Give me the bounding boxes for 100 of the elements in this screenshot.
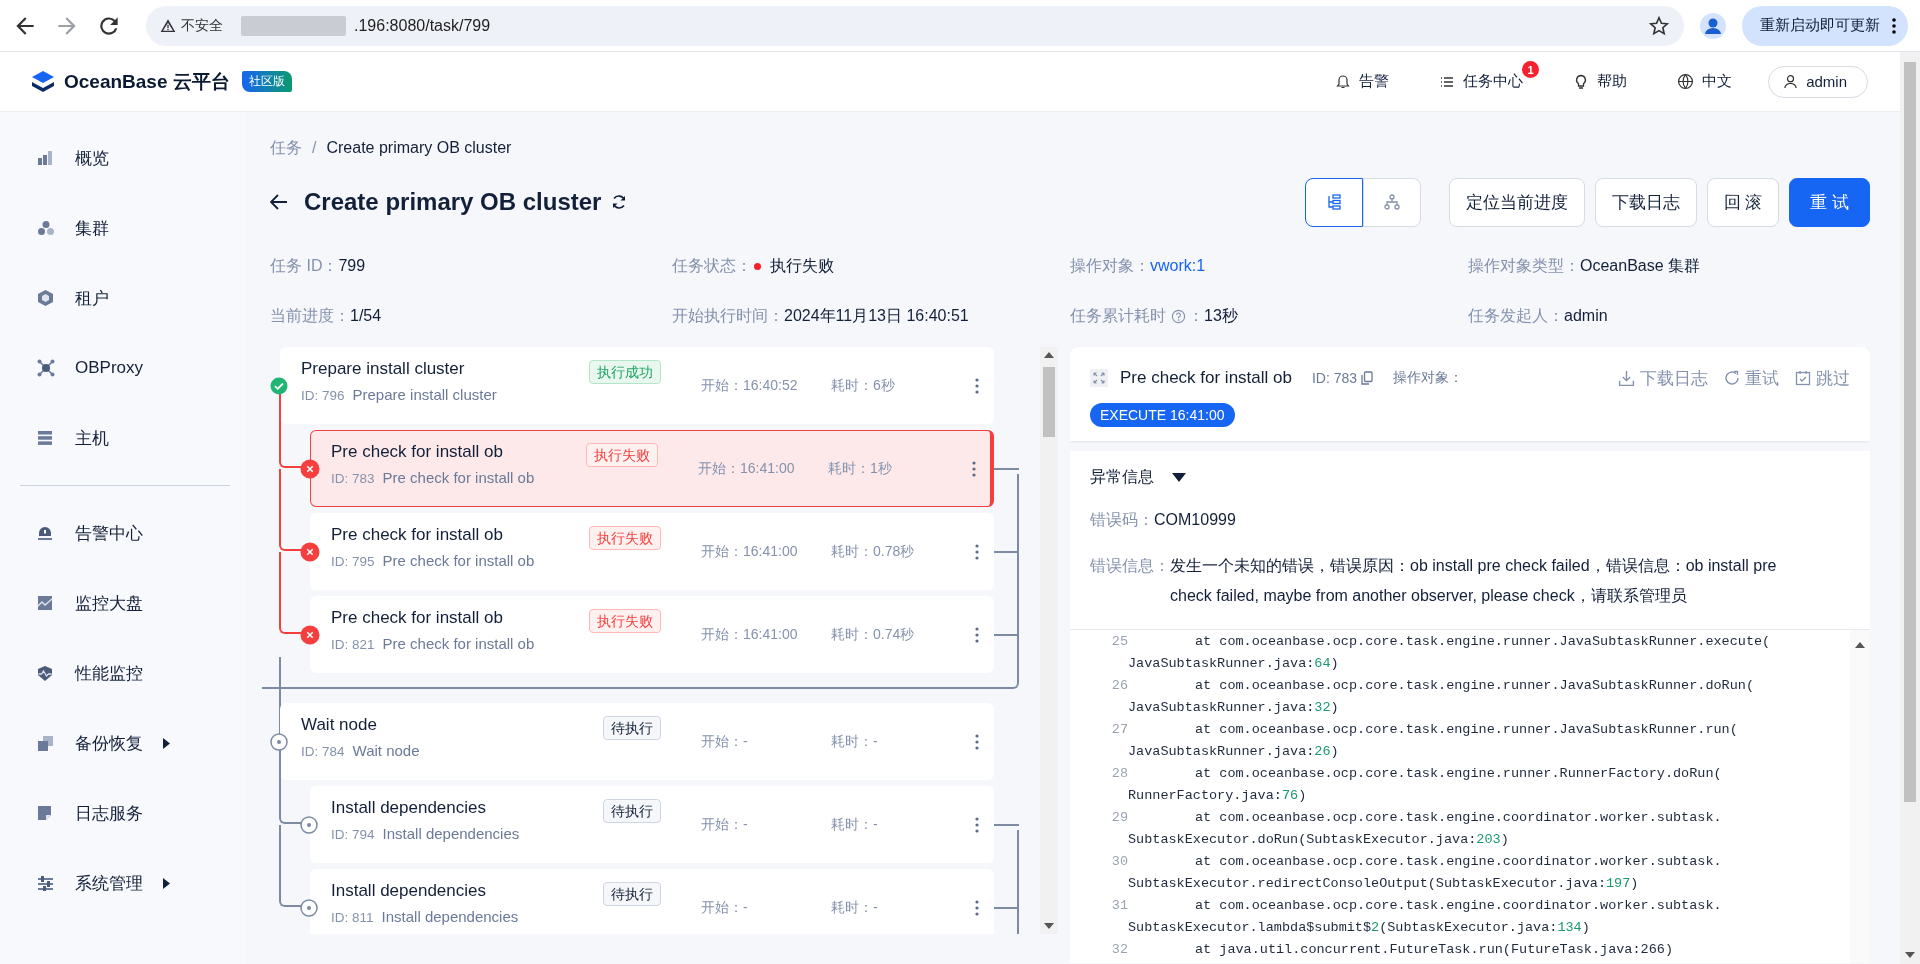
- task-id: ID: 811: [331, 910, 374, 925]
- connector-line: [994, 824, 1019, 826]
- task-card[interactable]: Install dependencies ID: 811 Install dependencies 待执行 开始：- 耗时：-: [310, 869, 994, 934]
- more-icon[interactable]: [975, 626, 979, 643]
- field-label: 操作对象：: [1393, 369, 1464, 387]
- status-tag: 执行成功: [589, 360, 661, 384]
- code-line: JavaSubtaskRunner.java:26): [1127, 743, 1340, 761]
- sidebar-item[interactable]: 监控大盘: [0, 568, 245, 638]
- field-label: 操作对象：: [1070, 255, 1150, 276]
- task-name: Pre check for install ob: [331, 442, 504, 463]
- scroll-down-icon[interactable]: [1044, 923, 1054, 929]
- action-button[interactable]: 定位当前进度: [1448, 177, 1585, 227]
- notification-badge: 1: [1522, 61, 1540, 78]
- field-value: 执行失败: [770, 255, 834, 276]
- code-line: JavaSubtaskRunner.java:64): [1127, 655, 1340, 673]
- task-description: Pre check for install ob: [382, 469, 535, 486]
- execute-tag: EXECUTE 16:41:00: [1090, 403, 1235, 427]
- profile-icon[interactable]: [1700, 12, 1726, 39]
- hierarchy-icon: [1383, 194, 1400, 210]
- copy-icon[interactable]: [1361, 371, 1374, 385]
- sidebar-item[interactable]: 日志服务: [0, 778, 245, 848]
- code-line: at com.oceanbase.ocp.core.task.engine.coordinator.worker.subtask.: [1194, 897, 1722, 915]
- scrollbar-thumb[interactable]: [1043, 367, 1055, 437]
- task-description: Install dependencies: [381, 908, 519, 925]
- warning-icon: [160, 17, 176, 34]
- line-chart-icon: [37, 595, 53, 611]
- field-label: ：: [1188, 305, 1204, 326]
- view-toggle[interactable]: [1304, 177, 1363, 227]
- action-button[interactable]: 回 滚: [1706, 177, 1780, 227]
- field-value: admin: [1564, 307, 1608, 325]
- more-icon[interactable]: [975, 377, 979, 394]
- star-icon[interactable]: [1648, 14, 1670, 37]
- retry-button[interactable]: 重 试: [1789, 177, 1870, 227]
- code-line: SubtaskExecutor.redirectConsoleOutput(SubtaskExecutor.java:197): [1127, 875, 1640, 893]
- code-line: at com.oceanbase.ocp.core.task.engine.runner.JavaSubtaskRunner.execute(: [1194, 633, 1771, 651]
- scroll-down-icon[interactable]: [1905, 952, 1915, 958]
- code-line: RunnerFactory.java:76): [1127, 787, 1308, 805]
- caret-icon: [1172, 472, 1186, 482]
- duration: 耗时：-: [831, 815, 879, 834]
- sidebar-item[interactable]: 概览: [0, 123, 245, 193]
- sidebar-item[interactable]: 主机: [0, 403, 245, 473]
- field-label: 当前进度：: [270, 305, 350, 326]
- sidebar-item[interactable]: 系统管理: [0, 848, 245, 918]
- sidebar-item[interactable]: 备份恢复: [0, 708, 245, 778]
- security-label[interactable]: 不安全: [160, 16, 233, 35]
- task-card[interactable]: Install dependencies ID: 794 Install dependencies 待执行 开始：- 耗时：-: [310, 786, 994, 863]
- code-line: at com.oceanbase.ocp.core.task.engine.runner.JavaSubtaskRunner.run(: [1194, 721, 1738, 739]
- task-card[interactable]: Pre check for install ob ID: 795 Pre check for install ob 执行失败 开始：16:41:00 耗时：0.78秒: [310, 513, 994, 590]
- copy-icon: [37, 734, 54, 752]
- expand-icon[interactable]: [1093, 372, 1105, 384]
- section-toggle[interactable]: 异常信息: [1090, 463, 1186, 491]
- help-icon[interactable]: [1171, 308, 1186, 324]
- field-label: 错误信息：: [1090, 556, 1170, 576]
- update-button[interactable]: 重新启动即可更新: [1742, 5, 1908, 46]
- more-icon[interactable]: [975, 543, 979, 560]
- globe-icon: [1677, 73, 1695, 90]
- sidebar-item[interactable]: 租户: [0, 263, 245, 333]
- more-icon[interactable]: [975, 899, 979, 916]
- task-description: Pre check for install ob: [382, 552, 535, 569]
- header-link[interactable]: 告警: [1329, 71, 1396, 92]
- task-card[interactable]: Wait node ID: 784 Wait node 待执行 开始：- 耗时：-: [280, 703, 994, 780]
- logo[interactable]: OceanBase 云平台: [30, 68, 230, 95]
- task-card[interactable]: Pre check for install ob ID: 783 Pre check for install ob 执行失败 开始：16:41:00 耗时：1秒: [310, 430, 994, 507]
- logo-icon: [30, 68, 56, 95]
- sidebar-item[interactable]: 告警中心: [0, 498, 245, 568]
- back-arrow-icon[interactable]: [270, 194, 288, 210]
- sidebar-item[interactable]: 性能监控: [0, 638, 245, 708]
- task-id: ID: 784: [301, 744, 345, 759]
- line-number: 30: [1110, 853, 1128, 871]
- start-time: 开始：-: [701, 898, 749, 917]
- download-icon: [1618, 369, 1635, 387]
- task-description: Install dependencies: [382, 825, 520, 842]
- code-line: at com.oceanbase.ocp.core.task.engine.runner.JavaSubtaskRunner.doRun(: [1194, 677, 1754, 695]
- field-value: 1/54: [350, 307, 382, 325]
- logo-text: OceanBase 云平台: [64, 69, 230, 94]
- scroll-up-icon[interactable]: [1044, 352, 1054, 358]
- scroll-up-icon[interactable]: [1855, 642, 1865, 648]
- task-card[interactable]: Prepare install cluster ID: 796 Prepare install cluster 执行成功 开始：16:40:52 耗时：6秒: [280, 347, 994, 424]
- object-link[interactable]: vwork:1: [1150, 257, 1206, 275]
- status-tag: 待执行: [603, 716, 661, 740]
- error-code: COM10999: [1154, 510, 1236, 530]
- address-bar[interactable]: 不安全 .196:8080/task/799: [146, 5, 1684, 46]
- more-icon[interactable]: [972, 460, 976, 477]
- more-icon[interactable]: [975, 733, 979, 750]
- more-icon[interactable]: [975, 816, 979, 833]
- line-number: 27: [1110, 721, 1128, 739]
- header-link[interactable]: 帮助: [1567, 71, 1634, 92]
- refresh-icon[interactable]: [611, 194, 628, 210]
- sidebar-item[interactable]: OBProxy: [0, 333, 245, 403]
- field-value: 2024年11月13日 16:40:51: [784, 305, 969, 326]
- header-link[interactable]: 中文: [1671, 71, 1739, 92]
- action-button[interactable]: 下载日志: [1594, 177, 1697, 227]
- sidebar-item[interactable]: 集群: [0, 193, 245, 263]
- scrollbar-thumb[interactable]: [1904, 62, 1916, 802]
- status-tag: 待执行: [603, 882, 661, 906]
- document-icon: [37, 805, 52, 821]
- user-button[interactable]: admin: [1768, 65, 1868, 98]
- edition-badge: 社区版: [241, 71, 292, 92]
- breadcrumb-separator: /: [312, 139, 317, 157]
- task-card[interactable]: Pre check for install ob ID: 821 Pre check for install ob 执行失败 开始：16:41:00 耗时：0.74秒: [310, 596, 994, 673]
